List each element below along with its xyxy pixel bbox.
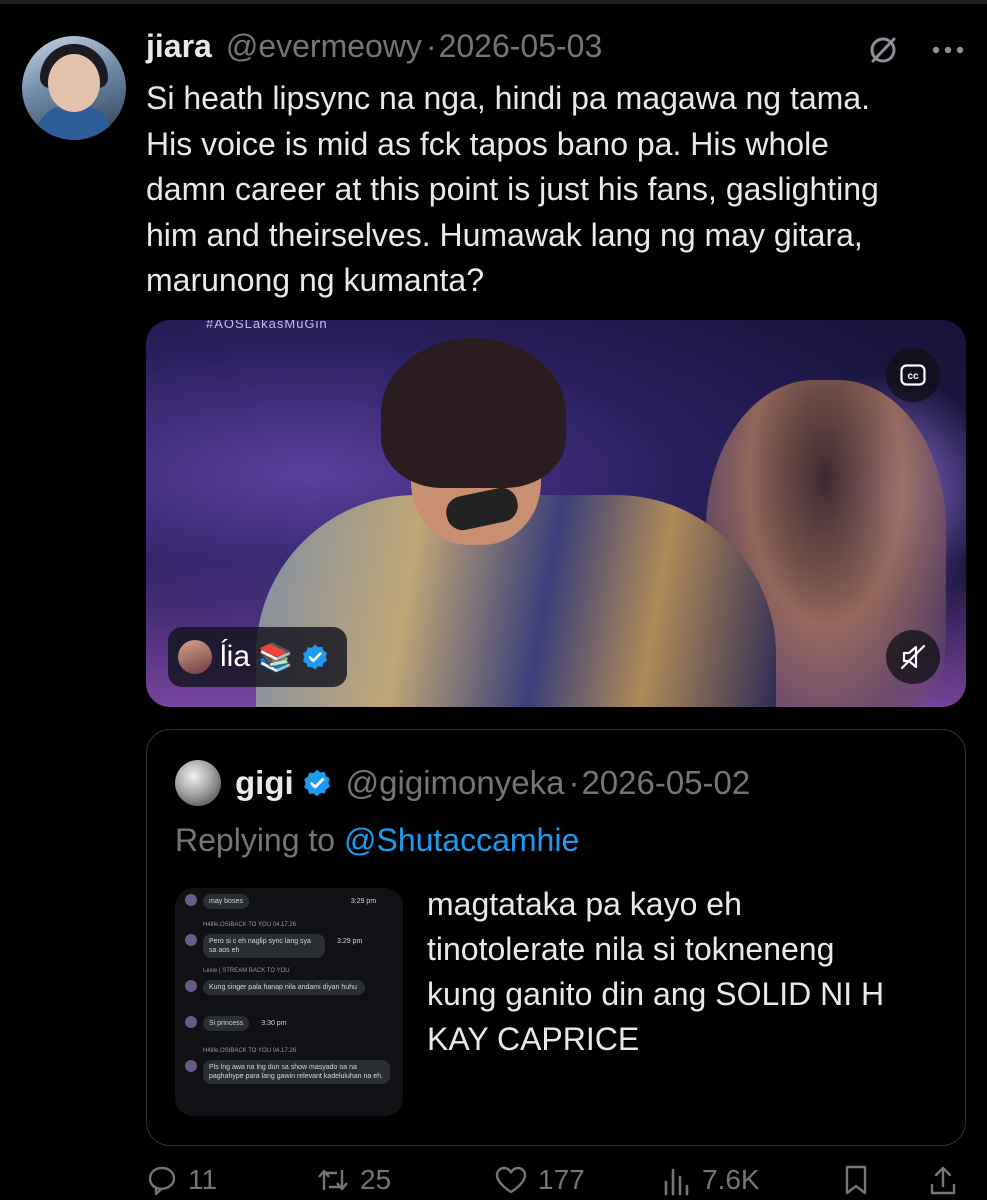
quoted-author-avatar[interactable] (175, 760, 221, 806)
date-separator: · (425, 28, 437, 64)
post-text: Si heath lipsync na nga, hindi pa magawa… (146, 80, 879, 298)
replying-to-line: Replying to @Shutaccamhie (175, 822, 579, 859)
author-avatar[interactable] (22, 36, 126, 140)
view-count: 7.6K (702, 1164, 760, 1195)
like-button[interactable]: 177 (494, 1164, 585, 1196)
chat-message: Si princess 3:30 pm (185, 1016, 293, 1031)
repost-button[interactable]: 25 (316, 1164, 391, 1196)
chat-username: H4life,OSIBACK TO YOU 04.17.26 (203, 922, 297, 928)
author-name[interactable]: jiara (146, 28, 212, 65)
video-hashtag: #AOSLakasMuGin (206, 320, 328, 331)
chat-username: H4life,OSIBACK TO YOU 04.17.26 (203, 1048, 297, 1054)
like-count: 177 (538, 1164, 585, 1195)
quoted-author-name[interactable]: gigi (235, 764, 294, 802)
svg-text:cc: cc (907, 371, 919, 382)
repost-count: 25 (360, 1164, 392, 1195)
action-bar: 11 25 177 7.6K (146, 1160, 966, 1200)
reply-count: 11 (188, 1164, 218, 1195)
heart-icon (494, 1165, 528, 1195)
books-emoji: 📚 (258, 641, 293, 673)
bookmark-button[interactable] (843, 1164, 869, 1196)
chat-avatar (185, 980, 197, 992)
share-icon (928, 1164, 958, 1196)
chat-message: Pero si c eh naglip sync lang sya sa aos… (185, 934, 368, 958)
views-button[interactable]: 7.6K (662, 1164, 760, 1196)
chat-text: Kung singer pala hanap nila andami diyan… (203, 980, 365, 995)
post-header: jiara @evermeowy · 2026-05-03 (146, 28, 602, 70)
video-player[interactable]: #AOSLakasMuGin cc ĺia 📚 (146, 320, 966, 707)
closed-captions-button[interactable]: cc (886, 348, 940, 402)
performer-hair (381, 338, 566, 488)
quoted-date-separator: · (568, 764, 580, 801)
chat-avatar (185, 1060, 197, 1072)
muted-speaker-icon (899, 643, 927, 671)
chat-username: Lexie | STREAM BACK TO YOU (203, 968, 290, 974)
quoted-author-handle[interactable]: @gigimonyeka (346, 764, 565, 802)
quoted-post-header: gigi @gigimonyeka · 2026-05-02 (175, 760, 750, 806)
tagged-user[interactable]: ĺia 📚 (168, 627, 347, 687)
closed-captions-icon: cc (900, 364, 926, 386)
chat-avatar (185, 894, 197, 906)
chat-message: may boses 3:29 pm (185, 894, 382, 909)
header-icons (867, 34, 965, 66)
quoted-screenshot-image[interactable]: may boses 3:29 pm H4life,OSIBACK TO YOU … (175, 888, 403, 1116)
quoted-post-text: magtataka pa kayo eh tinotolerate nila s… (427, 886, 885, 1057)
chat-text: Pero si c eh naglip sync lang sya sa aos… (203, 934, 325, 958)
grok-icon[interactable] (867, 34, 899, 66)
chat-avatar (185, 1016, 197, 1028)
chat-text: Si princess (203, 1016, 250, 1031)
chat-avatar (185, 934, 197, 946)
tagged-user-name: ĺia (220, 640, 251, 673)
replying-prefix: Replying to (175, 822, 336, 858)
author-handle[interactable]: @evermeowy (226, 28, 422, 65)
reply-button[interactable]: 11 (146, 1164, 217, 1196)
chat-message: Kung singer pala hanap nila andami diyan… (185, 980, 365, 995)
mute-button[interactable] (886, 630, 940, 684)
verified-badge-icon (302, 768, 332, 798)
post-date[interactable]: 2026-05-03 (439, 28, 603, 65)
chat-message: Pls lng awa na lng dun sa show masyado o… (185, 1060, 390, 1084)
bookmark-icon (843, 1164, 869, 1196)
replying-to-handle[interactable]: @Shutaccamhie (344, 822, 579, 858)
avatar-face (48, 54, 100, 112)
quoted-post[interactable]: gigi @gigimonyeka · 2026-05-02 Replying … (146, 729, 966, 1146)
top-divider (0, 0, 987, 4)
chat-time: 3:29 pm (337, 938, 363, 945)
bar-chart-icon (662, 1164, 692, 1196)
chat-text: Pls lng awa na lng dun sa show masyado o… (203, 1060, 390, 1084)
verified-badge-icon (301, 643, 329, 671)
chat-text: may boses (203, 894, 249, 909)
chat-time: 3:29 pm (350, 898, 377, 905)
tagged-user-avatar (178, 640, 212, 674)
share-button[interactable] (928, 1164, 958, 1196)
reply-icon (146, 1164, 178, 1196)
more-dots-icon[interactable] (931, 45, 965, 55)
quoted-post-date: 2026-05-02 (581, 764, 751, 801)
repost-icon (316, 1164, 350, 1196)
chat-time: 3:30 pm (261, 1020, 287, 1027)
